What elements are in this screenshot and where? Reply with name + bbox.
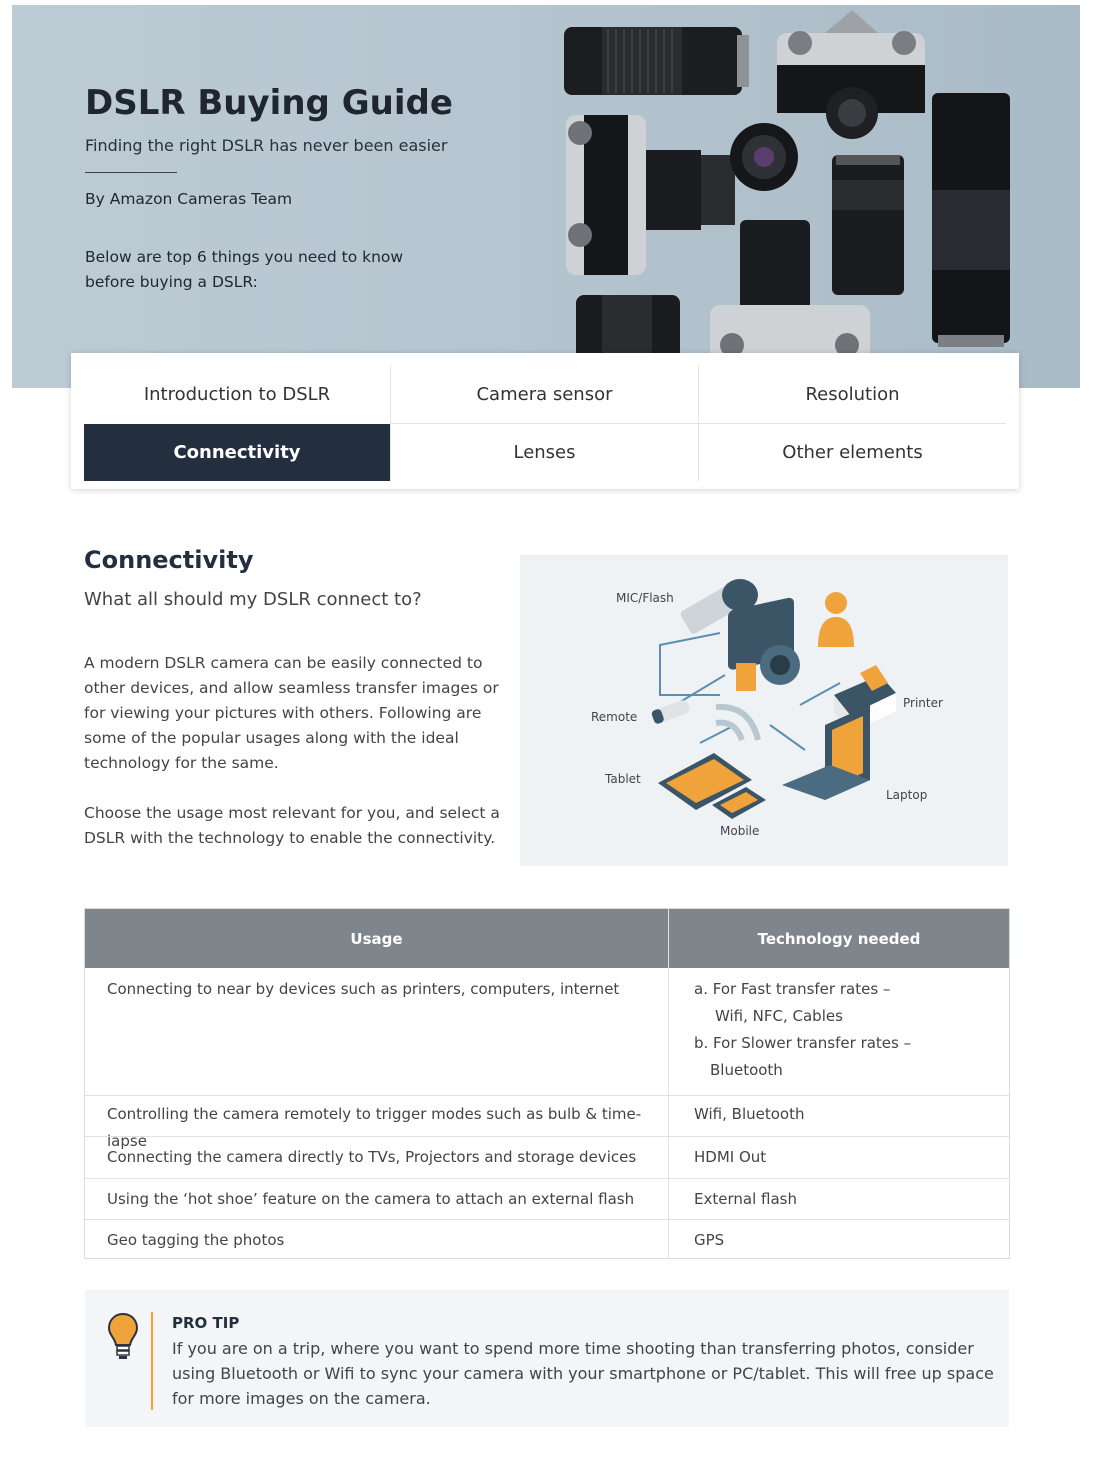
lens-icon bbox=[932, 93, 1010, 347]
diagram-label-tablet: Tablet bbox=[605, 772, 641, 786]
remote-icon bbox=[651, 700, 690, 724]
table-cell-usage: Geo tagging the photos bbox=[107, 1231, 285, 1249]
hero-intro-text: Below are top 6 things you need to know … bbox=[85, 248, 404, 291]
lightbulb-icon bbox=[107, 1312, 139, 1359]
tab-lenses[interactable]: Lenses bbox=[391, 424, 698, 481]
hero-subtitle: Finding the right DSLR has never been ea… bbox=[85, 136, 448, 155]
table-cell-usage: Connecting to near by devices such as pr… bbox=[107, 980, 620, 998]
table-cell-tech: Wifi, NFC, Cables bbox=[715, 1007, 843, 1025]
pro-tip-box: PRO TIP If you are on a trip, where you … bbox=[85, 1290, 1009, 1427]
row-divider bbox=[85, 1178, 1009, 1179]
table-cell-tech: a. For Fast transfer rates – bbox=[694, 980, 891, 998]
tip-text: If you are on a trip, where you want to … bbox=[172, 1339, 994, 1408]
tab-camera-sensor[interactable]: Camera sensor bbox=[391, 365, 698, 423]
section-subtitle: What all should my DSLR connect to? bbox=[84, 589, 422, 610]
section-title: Connectivity bbox=[84, 546, 254, 574]
section-paragraph: A modern DSLR camera can be easily conne… bbox=[84, 654, 499, 772]
hero-divider bbox=[85, 172, 177, 173]
column-divider bbox=[668, 909, 669, 1258]
lens-icon bbox=[832, 155, 904, 295]
table-cell-tech: b. For Slower transfer rates – bbox=[694, 1034, 912, 1052]
tab-other-elements[interactable]: Other elements bbox=[699, 424, 1006, 481]
table-cell-usage: Connecting the camera directly to TVs, P… bbox=[107, 1148, 637, 1166]
camera-gear-photo bbox=[564, 10, 1010, 388]
diagram-label-mic: MIC/Flash bbox=[616, 591, 674, 605]
tip-accent-bar bbox=[151, 1312, 153, 1410]
diagram-label-laptop: Laptop bbox=[886, 788, 928, 802]
table-cell-tech: GPS bbox=[694, 1231, 725, 1249]
connectivity-table: Usage Technology needed Connecting to ne… bbox=[84, 908, 1010, 1259]
wifi-icon bbox=[715, 703, 761, 742]
camera-icon bbox=[777, 10, 925, 139]
table-cell-tech: External flash bbox=[694, 1190, 797, 1208]
table-cell-tech: HDMI Out bbox=[694, 1148, 767, 1166]
column-header-technology: Technology needed bbox=[757, 929, 921, 948]
section-paragraph: Choose the usage most relevant for you, … bbox=[84, 804, 500, 847]
camera-icon bbox=[728, 597, 800, 691]
diagram-label-mobile: Mobile bbox=[720, 824, 760, 838]
page-title: DSLR Buying Guide bbox=[85, 83, 453, 123]
tip-label: PRO TIP bbox=[172, 1314, 240, 1332]
tab-resolution[interactable]: Resolution bbox=[699, 365, 1006, 423]
connectivity-diagram: MIC/Flash Remote Printer Tablet Laptop M… bbox=[520, 555, 1008, 866]
author-byline: By Amazon Cameras Team bbox=[85, 190, 293, 208]
diagram-label-printer: Printer bbox=[903, 696, 943, 710]
topic-tabs: Introduction to DSLR Camera sensor Resol… bbox=[71, 353, 1019, 489]
lens-icon bbox=[730, 123, 798, 191]
table-header: Usage Technology needed bbox=[85, 909, 1009, 968]
row-divider bbox=[85, 1095, 1009, 1096]
laptop-icon bbox=[782, 705, 870, 800]
diagram-label-remote: Remote bbox=[591, 710, 638, 724]
row-divider bbox=[85, 1136, 1009, 1137]
hero-banner: DSLR Buying Guide Finding the right DSLR… bbox=[12, 5, 1080, 388]
row-divider bbox=[85, 1219, 1009, 1220]
tab-introduction-to-dslr[interactable]: Introduction to DSLR bbox=[84, 365, 390, 423]
lens-icon bbox=[564, 27, 749, 95]
table-cell-usage: Using the ‘hot shoe’ feature on the came… bbox=[107, 1190, 635, 1208]
table-cell-tech: Bluetooth bbox=[710, 1061, 783, 1079]
table-cell-tech: Wifi, Bluetooth bbox=[694, 1105, 805, 1123]
camera-icon bbox=[566, 115, 735, 275]
tab-connectivity[interactable]: Connectivity bbox=[84, 424, 390, 481]
column-header-usage: Usage bbox=[350, 929, 403, 948]
tab-divider bbox=[391, 423, 1006, 424]
user-icon bbox=[818, 592, 854, 647]
